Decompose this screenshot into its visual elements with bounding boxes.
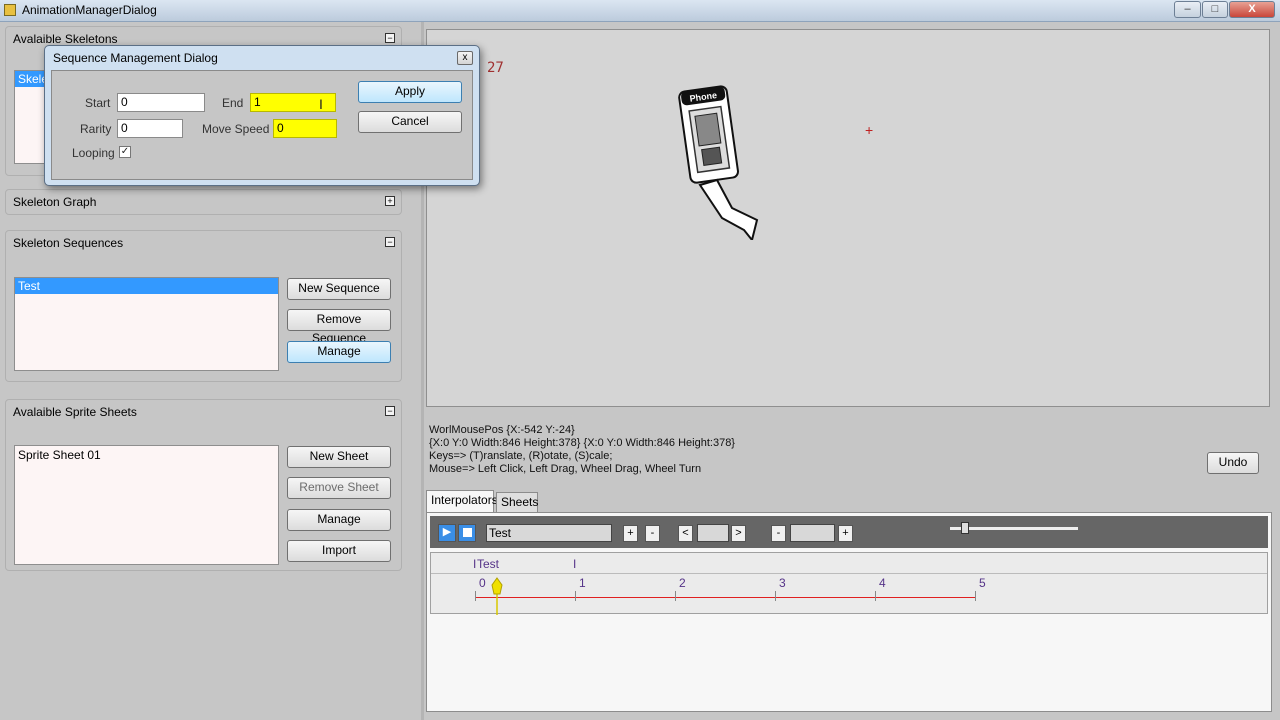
text-cursor-icon: I bbox=[319, 96, 323, 112]
looping-label: Looping bbox=[72, 146, 115, 160]
new-sequence-button[interactable]: New Sequence bbox=[287, 278, 391, 300]
start-label: Start bbox=[85, 96, 111, 110]
apply-button[interactable]: Apply bbox=[358, 81, 462, 103]
skeleton-sequences-panel: Skeleton Sequences − Test New Sequence R… bbox=[5, 230, 402, 382]
crosshair-icon: + bbox=[865, 122, 874, 138]
rarity-field[interactable]: 0 bbox=[117, 119, 183, 138]
remove-sheet-button[interactable]: Remove Sheet bbox=[287, 477, 391, 499]
move-speed-label: Move Speed bbox=[202, 122, 270, 136]
frame-counter: 27 bbox=[487, 60, 504, 76]
add-keyframe-button[interactable]: + bbox=[623, 525, 638, 542]
collapse-icon[interactable]: − bbox=[385, 406, 395, 416]
expand-icon[interactable]: + bbox=[385, 196, 395, 206]
manage-sequence-button[interactable]: Manage bbox=[287, 341, 391, 363]
sprite-sheets-list[interactable]: Sprite Sheet 01 bbox=[14, 445, 279, 565]
timeline-tick-mark bbox=[975, 591, 976, 601]
speed-slider-track[interactable] bbox=[950, 527, 1078, 530]
timeline-toolbar: ▶ Test + - < > - + bbox=[430, 516, 1268, 548]
timeline-tick-mark bbox=[675, 591, 676, 601]
keys-help-text: Keys=> (T)ranslate, (R)otate, (S)cale; bbox=[429, 450, 613, 462]
move-speed-field[interactable]: 0 bbox=[273, 119, 337, 138]
timeline-line bbox=[475, 597, 975, 598]
next-frame-button[interactable]: > bbox=[731, 525, 746, 542]
manage-sheet-button[interactable]: Manage bbox=[287, 509, 391, 531]
timeline-tick-mark bbox=[475, 591, 476, 601]
timeline-tick-label: 2 bbox=[679, 576, 686, 590]
zoom-in-button[interactable]: + bbox=[838, 525, 853, 542]
rarity-label: Rarity bbox=[80, 122, 112, 136]
dialog-body: Start 0 End 1 Rarity 0 Move Speed 0 Loop… bbox=[51, 70, 473, 180]
timeline-track[interactable]: I Test I 0 1 2 3 4 5 bbox=[430, 552, 1268, 615]
prev-frame-button[interactable]: < bbox=[678, 525, 693, 542]
frame-field[interactable] bbox=[697, 524, 729, 542]
start-field[interactable]: 0 bbox=[117, 93, 205, 112]
undo-button[interactable]: Undo bbox=[1207, 452, 1259, 474]
dialog-close-button[interactable]: x bbox=[457, 51, 473, 65]
sprite-sheets-title: Avalaible Sprite Sheets bbox=[13, 405, 137, 419]
track-label-prefix: I bbox=[473, 557, 477, 571]
render-viewport[interactable]: 27 Phone + bbox=[426, 29, 1270, 407]
sprite-sheets-panel: Avalaible Sprite Sheets − Sprite Sheet 0… bbox=[5, 399, 402, 571]
import-sheet-button[interactable]: Import bbox=[287, 540, 391, 562]
zoom-out-button[interactable]: - bbox=[771, 525, 786, 542]
end-label: End bbox=[222, 96, 244, 110]
remove-keyframe-button[interactable]: - bbox=[645, 525, 660, 542]
timeline-tick-mark bbox=[775, 591, 776, 601]
close-window-button[interactable]: X bbox=[1229, 1, 1275, 18]
sequences-list[interactable]: Test bbox=[14, 277, 279, 371]
collapse-icon[interactable]: − bbox=[385, 237, 395, 247]
remove-sequence-button[interactable]: Remove Sequence bbox=[287, 309, 391, 345]
list-item[interactable]: Test bbox=[15, 278, 278, 294]
sprite-sheets-header[interactable]: Avalaible Sprite Sheets − bbox=[6, 400, 401, 424]
timeline-tick-mark bbox=[875, 591, 876, 601]
mouse-help-text: Mouse=> Left Click, Left Drag, Wheel Dra… bbox=[429, 463, 702, 475]
track-label: Test bbox=[477, 557, 500, 571]
minimize-button[interactable]: – bbox=[1174, 1, 1201, 18]
timeline-tick-label: 4 bbox=[879, 576, 886, 590]
track-end-marker: I bbox=[573, 557, 577, 571]
timeline-tick-label: 5 bbox=[979, 576, 986, 590]
app-icon bbox=[4, 4, 16, 16]
timeline-tick-label: 0 bbox=[479, 576, 486, 590]
skeletons-panel-title: Avalaible Skeletons bbox=[13, 32, 118, 46]
skeleton-graph-panel: Skeleton Graph + bbox=[5, 189, 402, 215]
mouse-position-text: WorlMousePos {X:-542 Y:-24} bbox=[429, 424, 575, 436]
sequences-title: Skeleton Sequences bbox=[13, 236, 124, 250]
play-icon[interactable]: ▶ bbox=[438, 524, 456, 542]
viewport-rect-text: {X:0 Y:0 Width:846 Height:378} {X:0 Y:0 … bbox=[429, 437, 735, 449]
sequence-select[interactable]: Test bbox=[486, 524, 612, 542]
speed-slider-thumb[interactable] bbox=[961, 522, 969, 534]
sequences-header[interactable]: Skeleton Sequences − bbox=[6, 231, 401, 255]
maximize-button[interactable]: □ bbox=[1202, 1, 1228, 18]
cancel-button[interactable]: Cancel bbox=[358, 111, 462, 133]
tab-sheets[interactable]: Sheets bbox=[496, 492, 538, 512]
playhead-marker-icon[interactable] bbox=[490, 577, 504, 615]
window-title: AnimationManagerDialog bbox=[22, 3, 157, 17]
end-field[interactable]: 1 bbox=[250, 93, 336, 112]
skeleton-graph-header[interactable]: Skeleton Graph + bbox=[6, 190, 401, 214]
dialog-title: Sequence Management Dialog bbox=[53, 51, 218, 65]
looping-checkbox[interactable]: ✓ bbox=[119, 146, 131, 158]
phone-sprite[interactable]: Phone bbox=[672, 80, 772, 240]
divider bbox=[431, 573, 1267, 574]
collapse-icon[interactable]: − bbox=[385, 33, 395, 43]
skeleton-graph-title: Skeleton Graph bbox=[13, 195, 97, 209]
window-title-bar[interactable]: AnimationManagerDialog – □ X bbox=[0, 0, 1280, 22]
zoom-field[interactable] bbox=[790, 524, 835, 542]
timeline-tick-label: 3 bbox=[779, 576, 786, 590]
timeline-tick-label: 1 bbox=[579, 576, 586, 590]
stop-icon[interactable] bbox=[458, 524, 476, 542]
new-sheet-button[interactable]: New Sheet bbox=[287, 446, 391, 468]
timeline-tick-mark bbox=[575, 591, 576, 601]
tab-interpolators[interactable]: Interpolators bbox=[426, 490, 498, 512]
sequence-management-dialog: Sequence Management Dialog x Start 0 End… bbox=[44, 45, 480, 186]
list-item[interactable]: Sprite Sheet 01 bbox=[15, 446, 278, 464]
